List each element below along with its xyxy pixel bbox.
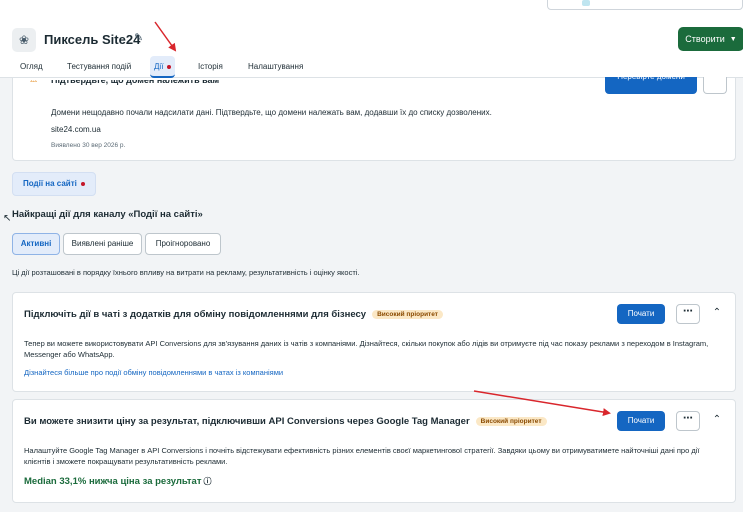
top-widget[interactable] [547, 0, 743, 10]
tab-bar: Огляд Тестування подій Дії Історія Налаш… [0, 56, 743, 78]
pencil-icon[interactable]: ✎ [134, 31, 143, 44]
tab-overview[interactable]: Огляд [16, 56, 47, 78]
recommendation-title-text: Підключіть дії в чаті з додатків для обм… [24, 309, 367, 320]
tab-label: Дії [154, 62, 164, 71]
recommendation-title: Ви можете знизити ціну за результат, під… [24, 416, 547, 427]
notification-dot [80, 181, 85, 186]
domain-verification-card: ⚠ Підтвердьте, що домен належить вам Пер… [12, 77, 736, 161]
warning-icon: ⚠ [30, 80, 39, 86]
median-stat-text: Median 33,1% нижча ціна за результат [24, 476, 202, 487]
verify-domains-button[interactable]: Перевірте домени [605, 77, 697, 94]
chevron-up-icon[interactable]: ⌃ [710, 307, 724, 321]
recommendation-title: Підключіть дії в чаті з додатків для обм… [24, 309, 443, 320]
detected-date: Виявлено 30 вер 2026 р. [51, 142, 126, 149]
priority-badge: Високий пріоритет [372, 309, 443, 319]
caret-down-icon: ▼ [729, 35, 737, 43]
section-title: Найкращі дії для каналу «Події на сайті» [12, 209, 203, 220]
tab-history[interactable]: Історія [194, 56, 227, 78]
recommendation-description: Тепер ви можете використовувати API Conv… [24, 339, 709, 359]
create-button-label: Створити [685, 34, 725, 44]
segment-detected-earlier[interactable]: Виявлені раніше [63, 233, 142, 255]
start-button[interactable]: Почати [617, 411, 665, 431]
notification-dot [167, 64, 172, 69]
tab-label: Огляд [20, 62, 43, 71]
start-button[interactable]: Почати [617, 304, 665, 324]
info-line: Ці дії розташовані в порядку їхнього впл… [12, 268, 360, 277]
median-stat: Median 33,1% нижча ціна за результат ⓘ [24, 476, 211, 487]
tab-label: Налаштування [248, 62, 304, 71]
recommendation-description: Налаштуйте Google Tag Manager в API Conv… [24, 446, 700, 466]
domain-card-description: Домени нещодавно почали надсилати дані. … [51, 108, 492, 117]
tab-label: Тестування подій [67, 62, 132, 71]
mouse-cursor-icon: ↖ [3, 213, 12, 224]
segment-active[interactable]: Активні [12, 233, 60, 255]
domain-card-title: Підтвердьте, що домен належить вам [51, 80, 220, 85]
more-options-button[interactable]: ⋯ [676, 411, 700, 431]
priority-badge: Високий пріоритет [475, 416, 547, 426]
info-icon[interactable]: ⓘ [203, 477, 211, 486]
tab-settings[interactable]: Налаштування [244, 56, 307, 78]
tab-label: Історія [198, 62, 223, 71]
recommendation-card: Підключіть дії в чаті з додатків для обм… [12, 292, 736, 392]
page-header: ❀ Пиксель Site24 ✎ Створити ▼ Огляд Тест… [0, 14, 743, 78]
domain-url: site24.com.ua [51, 125, 101, 134]
website-events-filter[interactable]: Події на сайті [12, 172, 96, 196]
tab-event-testing[interactable]: Тестування подій [63, 56, 135, 78]
learn-more-link[interactable]: Дізнайтеся більше про події обміну повід… [24, 368, 283, 377]
chevron-up-icon[interactable]: ⌃ [710, 414, 724, 428]
widget-dot [582, 0, 590, 6]
recommendation-title-text: Ви можете знизити ціну за результат, під… [24, 416, 470, 427]
more-options-button[interactable] [703, 77, 727, 94]
recommendation-card: Ви можете знизити ціну за результат, під… [12, 399, 736, 503]
segment-ignored[interactable]: Проігноровано [145, 233, 221, 255]
tab-actions[interactable]: Дії [150, 56, 176, 78]
pixel-icon: ❀ [12, 28, 36, 52]
more-options-button[interactable]: ⋯ [676, 304, 700, 324]
create-button[interactable]: Створити ▼ [678, 27, 743, 51]
filter-chip-label: Події на сайті [23, 179, 77, 188]
page-title: Пиксель Site24 [44, 32, 141, 47]
